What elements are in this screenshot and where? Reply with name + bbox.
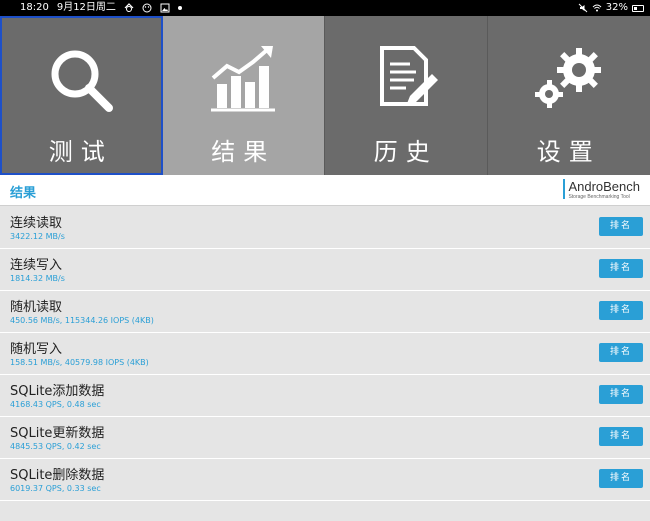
result-title: SQLite添加数据 [10,384,105,399]
rank-button[interactable]: 排名 [599,427,643,446]
result-title: 随机读取 [10,300,63,315]
tab-test-label: 测试 [48,138,113,166]
result-row-sqlite-delete: SQLite删除数据 6019.37 QPS, 0.33 sec 排名 [0,459,650,501]
rank-button[interactable]: 排名 [599,259,643,278]
result-title: 连续写入 [10,258,63,273]
emoji-icon [142,3,152,13]
result-row-seq-write: 连续写入 1814.32 MB/s 排名 [0,249,650,291]
status-time: 18:20 [20,2,49,13]
result-value: 1814.32 MB/s [10,274,65,283]
brand-tagline: Storage Benchmarking Tool [568,194,630,200]
result-title: 随机写入 [10,342,63,357]
result-value: 158.51 MB/s, 40579.98 IOPS (4KB) [10,358,149,367]
tab-test[interactable]: 测试 [0,16,163,175]
chart-icon [203,40,283,120]
rank-button[interactable]: 排名 [599,301,643,320]
section-header: 结果 AndroBench Storage Benchmarking Tool [0,175,650,206]
tab-history-label: 历史 [373,138,438,166]
result-row-rand-read: 随机读取 450.56 MB/s, 115344.26 IOPS (4KB) 排… [0,291,650,333]
rank-button[interactable]: 排名 [599,217,643,236]
result-row-rand-write: 随机写入 158.51 MB/s, 40579.98 IOPS (4KB) 排名 [0,333,650,375]
result-row-sqlite-insert: SQLite添加数据 4168.43 QPS, 0.48 sec 排名 [0,375,650,417]
status-bar: 18:20 9月12日周二 32% [0,0,650,16]
battery-percent: 32% [605,2,628,13]
result-value: 450.56 MB/s, 115344.26 IOPS (4KB) [10,316,154,325]
result-row-seq-read: 连续读取 3422.12 MB/s 排名 [0,207,650,249]
results-list: 连续读取 3422.12 MB/s 排名 连续写入 1814.32 MB/s 排… [0,207,650,501]
no-disturb-icon [124,3,134,12]
brand-name: AndroBench [568,179,640,194]
result-title: 连续读取 [10,216,63,231]
rank-button[interactable]: 排名 [599,469,643,488]
battery-icon [632,4,644,12]
tab-settings[interactable]: 设置 [487,16,650,175]
result-value: 4168.43 QPS, 0.48 sec [10,400,101,409]
androbench-logo: AndroBench Storage Benchmarking Tool [563,179,640,201]
tab-history[interactable]: 历史 [325,16,488,175]
tab-results[interactable]: 结果 [162,16,325,175]
gear-icon [529,40,609,120]
section-title: 结果 [10,186,37,201]
result-value: 6019.37 QPS, 0.33 sec [10,484,101,493]
tab-results-label: 结果 [211,138,276,166]
rank-button[interactable]: 排名 [599,385,643,404]
tab-settings-label: 设置 [536,138,601,166]
notification-dot-icon [177,6,182,10]
main-tab-bar: 测试 结果 历史 设置 [0,16,650,175]
result-title: SQLite更新数据 [10,426,105,441]
search-icon [41,40,121,120]
logo-bar [563,179,566,199]
mute-icon [578,3,588,13]
rank-button[interactable]: 排名 [599,343,643,362]
result-value: 4845.53 QPS, 0.42 sec [10,442,101,451]
document-icon [366,40,446,120]
wifi-icon [592,4,602,12]
status-date: 9月12日周二 [56,2,116,13]
result-row-sqlite-update: SQLite更新数据 4845.53 QPS, 0.42 sec 排名 [0,417,650,459]
image-icon [160,3,170,13]
result-value: 3422.12 MB/s [10,232,65,241]
result-title: SQLite删除数据 [10,468,105,483]
